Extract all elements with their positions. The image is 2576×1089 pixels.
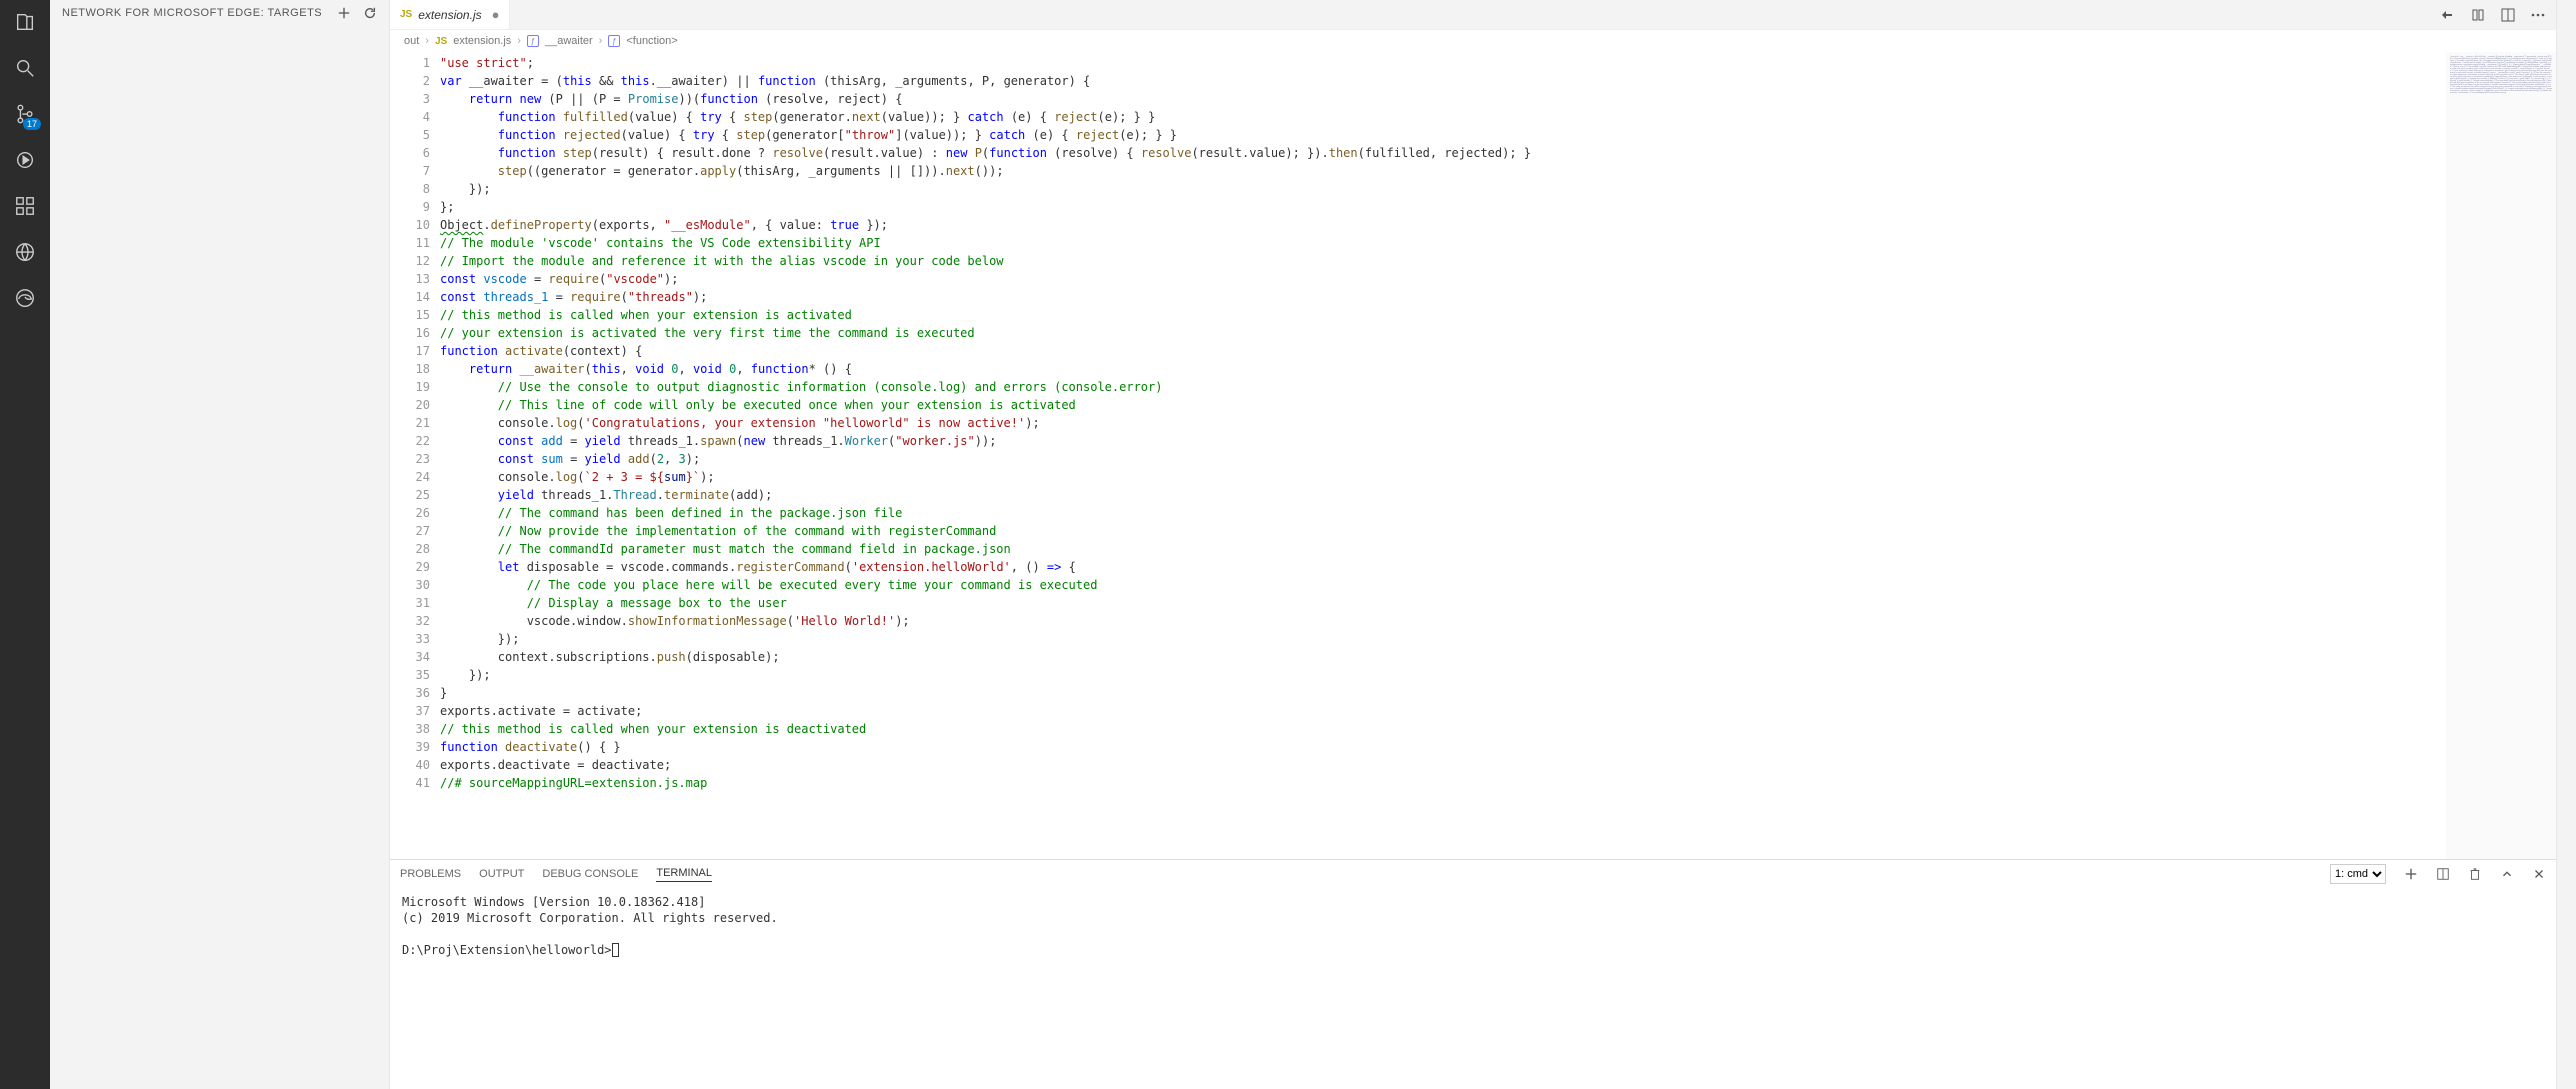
new-terminal-icon[interactable] <box>2404 867 2418 881</box>
breadcrumb-file[interactable]: extension.js <box>453 35 511 47</box>
debug-icon[interactable] <box>11 146 39 174</box>
edge-icon[interactable] <box>11 284 39 312</box>
chevron-right-icon: › <box>425 35 429 47</box>
search-icon[interactable] <box>11 54 39 82</box>
open-changes-icon[interactable] <box>2440 7 2456 23</box>
minimap[interactable]: "use strict"; var __awaiter = (this && t… <box>2446 52 2556 859</box>
code-content[interactable]: "use strict";var __awaiter = (this && th… <box>440 52 2446 859</box>
refresh-icon[interactable] <box>363 6 377 20</box>
compare-icon[interactable] <box>2470 7 2486 23</box>
terminal-content[interactable]: Microsoft Windows [Version 10.0.18362.41… <box>390 888 2556 1089</box>
explorer-icon[interactable] <box>11 8 39 36</box>
kill-terminal-icon[interactable] <box>2468 867 2482 881</box>
split-terminal-icon[interactable] <box>2436 867 2450 881</box>
symbol-icon: ƒ <box>527 35 539 47</box>
panel-tab-debug-console[interactable]: DEBUG CONSOLE <box>542 868 638 880</box>
scm-badge: 17 <box>23 118 41 130</box>
more-icon[interactable] <box>2530 7 2546 23</box>
js-file-icon: JS <box>435 36 447 47</box>
main-area: JS extension.js ● out › JS extension.js … <box>390 0 2556 1089</box>
sidebar-title: NETWORK FOR MICROSOFT EDGE: TARGETS <box>62 7 322 19</box>
panel-tab-terminal[interactable]: TERMINAL <box>656 867 712 882</box>
sidebar: NETWORK FOR MICROSOFT EDGE: TARGETS <box>50 0 390 1089</box>
panel-tab-problems[interactable]: PROBLEMS <box>400 868 461 880</box>
editor-tabs: JS extension.js ● <box>390 0 2556 30</box>
maximize-panel-icon[interactable] <box>2500 867 2514 881</box>
add-target-icon[interactable] <box>337 6 351 20</box>
editor-title-actions <box>2430 0 2556 30</box>
symbol-icon: ƒ <box>608 35 620 47</box>
right-rail <box>2556 0 2576 1089</box>
breadcrumb[interactable]: out › JS extension.js › ƒ __awaiter › ƒ … <box>390 30 2556 52</box>
panel-tab-bar: PROBLEMS OUTPUT DEBUG CONSOLE TERMINAL 1… <box>390 860 2556 888</box>
extensions-icon[interactable] <box>11 192 39 220</box>
editor[interactable]: 1234567891011121314151617181920212223242… <box>390 52 2556 859</box>
panel-tab-output[interactable]: OUTPUT <box>479 868 524 880</box>
split-editor-icon[interactable] <box>2500 7 2516 23</box>
bottom-panel: PROBLEMS OUTPUT DEBUG CONSOLE TERMINAL 1… <box>390 859 2556 1089</box>
breadcrumb-symbol[interactable]: <function> <box>626 35 677 47</box>
breadcrumb-symbol[interactable]: __awaiter <box>545 35 593 47</box>
js-file-icon: JS <box>400 9 412 20</box>
tab-dirty-indicator[interactable]: ● <box>492 8 500 21</box>
activity-bar: 17 <box>0 0 50 1089</box>
chevron-right-icon: › <box>599 35 603 47</box>
terminal-selector[interactable]: 1: cmd <box>2330 864 2386 884</box>
close-panel-icon[interactable] <box>2532 867 2546 881</box>
tab-label: extension.js <box>418 8 481 22</box>
breadcrumb-folder[interactable]: out <box>404 35 419 47</box>
chevron-right-icon: › <box>517 35 521 47</box>
remote-icon[interactable] <box>11 238 39 266</box>
tab-extension-js[interactable]: JS extension.js ● <box>390 0 510 29</box>
source-control-icon[interactable]: 17 <box>11 100 39 128</box>
line-number-gutter: 1234567891011121314151617181920212223242… <box>390 52 440 859</box>
